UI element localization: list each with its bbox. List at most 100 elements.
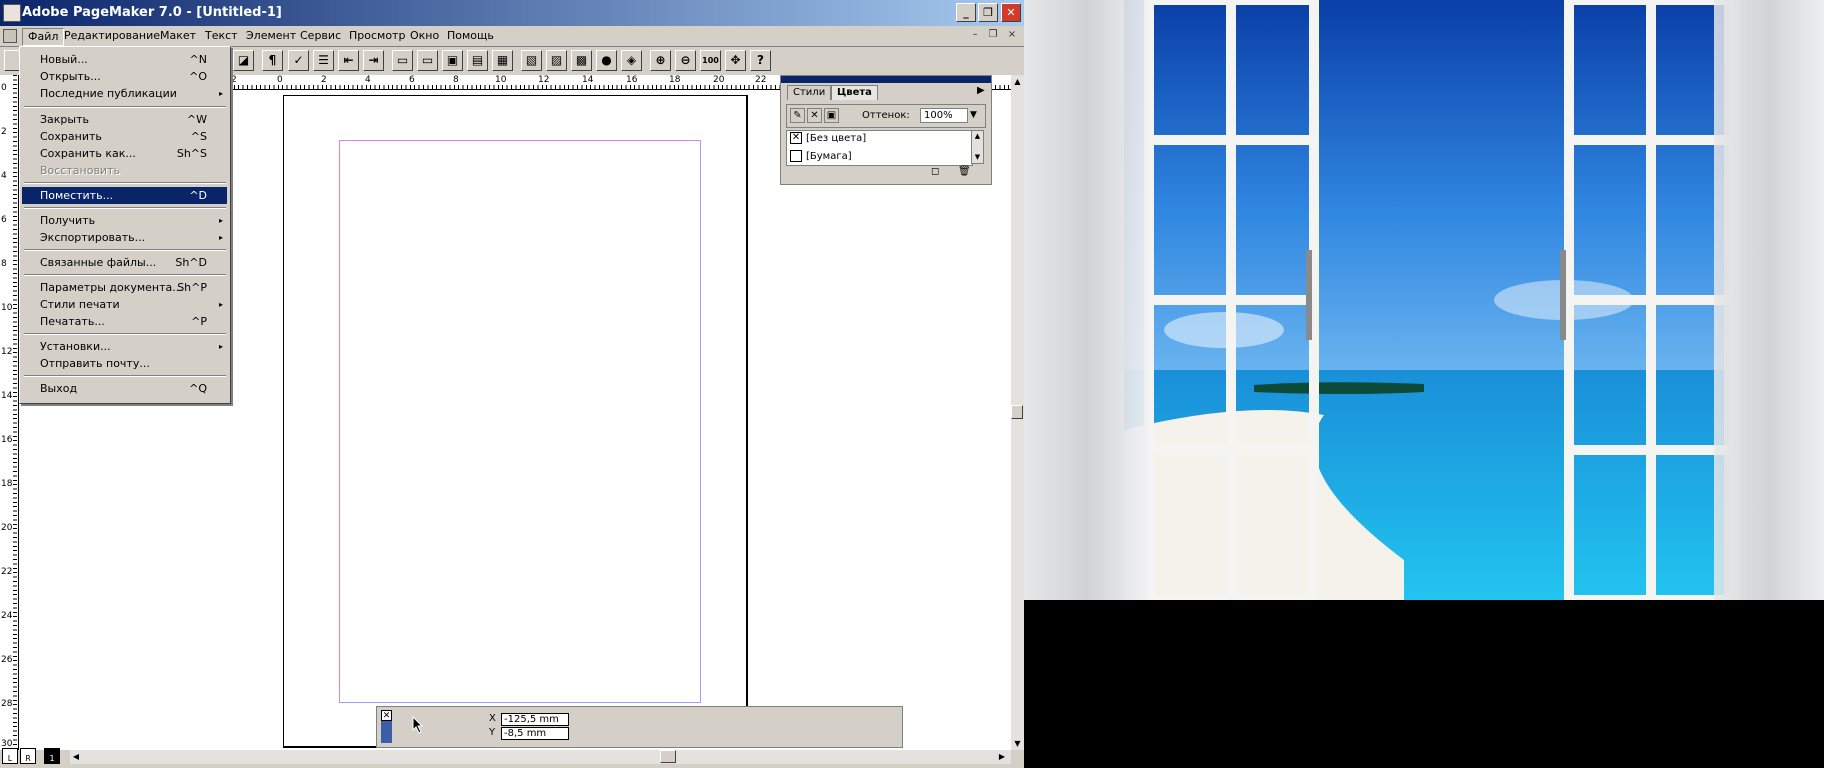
tab-colors[interactable]: Цвета	[831, 85, 878, 100]
palette-menu-icon[interactable]: ▶	[977, 85, 985, 96]
document-icon[interactable]	[3, 29, 17, 43]
menu-type[interactable]: Текст	[200, 28, 243, 44]
color-fill-icon[interactable]: ◪	[233, 50, 254, 71]
tint-label: Оттенок:	[862, 110, 910, 121]
none-swatch-icon: ✕	[790, 132, 802, 144]
menu-item-preferences[interactable]: Установки... ▸	[22, 338, 227, 355]
menu-item-save[interactable]: Сохранить ^S	[22, 128, 227, 145]
ruler-label: 8	[1, 259, 7, 269]
zoom-out-icon[interactable]: ⊖	[675, 50, 696, 71]
both-icon[interactable]: ▣	[824, 108, 839, 123]
indent-right-icon[interactable]: ⇥	[363, 50, 384, 71]
mdi-minimize-button[interactable]: –	[968, 28, 982, 42]
menu-item-new[interactable]: Новый... ^N	[22, 51, 227, 68]
fill-icon[interactable]: ✕	[807, 108, 822, 123]
maximize-button[interactable]: ❐	[978, 3, 998, 22]
copy-style-icon[interactable]: ▭	[392, 50, 413, 71]
fit-icon[interactable]: ✥	[725, 50, 746, 71]
insert-image-icon[interactable]: ▧	[521, 50, 542, 71]
paragraph-icon[interactable]: ¶	[262, 50, 283, 71]
right-master-page-icon[interactable]: R	[20, 748, 36, 764]
scroll-up-icon[interactable]: ▲	[1011, 75, 1024, 88]
app-icon[interactable]	[3, 4, 21, 22]
link-icon[interactable]: ▦	[492, 50, 513, 71]
export-image-icon[interactable]: ▨	[546, 50, 567, 71]
menu-separator	[24, 106, 226, 108]
scroll-down-icon[interactable]: ▼	[1011, 737, 1024, 750]
menu-item-recent[interactable]: Последние публикации ▸	[22, 85, 227, 102]
vertical-scroll-thumb[interactable]	[1011, 405, 1023, 419]
mdi-restore-button[interactable]: ❐	[986, 28, 1000, 42]
scroll-left-icon[interactable]: ◀	[70, 750, 82, 763]
menu-item-links[interactable]: Связанные файлы... Sh^D	[22, 254, 227, 271]
color-list-scrollbar[interactable]: ▲ ▼	[971, 130, 984, 164]
ruler-label: 18	[669, 75, 681, 85]
pdf-icon[interactable]: ◈	[621, 50, 642, 71]
vertical-ruler[interactable]: 0 2 4 6 8 10 12 14 16 18 20 22 24 26 28 …	[0, 75, 19, 750]
ruler-label: 20	[713, 75, 725, 85]
menu-view[interactable]: Просмотр	[344, 28, 410, 44]
menu-item-close[interactable]: Закрыть ^W	[22, 111, 227, 128]
tint-select[interactable]: 100%	[920, 108, 968, 123]
color-item-none[interactable]: ✕ [Без цвета]	[790, 131, 866, 147]
scroll-down-icon[interactable]: ▼	[972, 152, 983, 163]
desktop-wallpaper	[1024, 0, 1824, 600]
menu-bar: Файл Редактирование Макет Текст Элемент …	[0, 26, 1024, 47]
actual-size-icon[interactable]: 100	[700, 50, 721, 71]
y-label: Y	[489, 727, 496, 738]
menu-layout[interactable]: Макет	[155, 28, 201, 44]
bullets-icon[interactable]: ☰	[313, 50, 334, 71]
new-color-icon[interactable]: ◻	[931, 166, 939, 177]
trash-icon[interactable]: 🗑	[958, 166, 971, 177]
mdi-close-button[interactable]: ×	[1005, 28, 1019, 42]
menu-window[interactable]: Окно	[405, 28, 444, 44]
menu-item-document-setup[interactable]: Параметры документа... Sh^P	[22, 279, 227, 296]
ruler-label: 8	[453, 75, 459, 85]
scroll-up-icon[interactable]: ▲	[972, 131, 983, 142]
menu-utilities[interactable]: Сервис	[295, 28, 346, 44]
left-master-page-icon[interactable]: L	[2, 748, 18, 764]
frame-icon[interactable]: ▣	[442, 50, 463, 71]
menu-item-revert[interactable]: Восстановить	[22, 162, 227, 179]
y-coordinate-field[interactable]: -8,5 mm	[501, 727, 569, 740]
scroll-right-icon[interactable]: ▶	[996, 750, 1008, 763]
menu-item-acquire[interactable]: Получить ▸	[22, 212, 227, 229]
menu-item-exit[interactable]: Выход ^Q	[22, 380, 227, 397]
paste-style-icon[interactable]: ▭	[417, 50, 438, 71]
help-icon[interactable]: ?	[750, 50, 771, 71]
vertical-scrollbar[interactable]: ▲ ▼	[1011, 75, 1024, 750]
x-coordinate-field[interactable]: -125,5 mm	[501, 713, 569, 726]
ruler-label: 24	[1, 611, 13, 621]
stroke-icon[interactable]: ✎	[790, 108, 805, 123]
menu-item-open[interactable]: Открыть... ^O	[22, 68, 227, 85]
submenu-arrow-icon: ▸	[218, 300, 223, 309]
menu-item-export[interactable]: Экспортировать... ▸	[22, 229, 227, 246]
title-bar[interactable]: Adobe PageMaker 7.0 - [Untitled-1] _ ❐ ✕	[0, 0, 1024, 26]
menu-help[interactable]: Помощь	[442, 28, 499, 44]
menu-element[interactable]: Элемент	[241, 28, 301, 44]
ruler-label: 12	[1, 347, 13, 357]
color-list: ✕ [Без цвета] [Бумага]	[786, 130, 973, 166]
close-button[interactable]: ✕	[1001, 3, 1021, 22]
menu-item-save-as[interactable]: Сохранить как... Sh^S	[22, 145, 227, 162]
menu-item-print-styles[interactable]: Стили печати ▸	[22, 296, 227, 313]
color-item-paper[interactable]: [Бумага]	[790, 149, 852, 165]
image-frame-icon[interactable]: ▤	[467, 50, 488, 71]
menu-item-send-mail[interactable]: Отправить почту...	[22, 355, 227, 372]
tab-styles[interactable]: Стили	[787, 85, 832, 100]
horizontal-scrollbar[interactable]: ◀ ▶	[70, 750, 1011, 764]
zoom-in-icon[interactable]: ⊕	[650, 50, 671, 71]
minimize-button[interactable]: _	[956, 3, 976, 22]
chevron-down-icon[interactable]: ▼	[970, 110, 977, 120]
palette-caption[interactable]	[781, 76, 991, 83]
indent-left-icon[interactable]: ⇤	[338, 50, 359, 71]
horizontal-scroll-thumb[interactable]	[660, 750, 676, 763]
menu-item-place[interactable]: Поместить... ^D	[22, 187, 227, 204]
menu-edit[interactable]: Редактирование	[59, 28, 165, 44]
spell-icon[interactable]: ✓	[288, 50, 309, 71]
globe-icon[interactable]: ●	[596, 50, 617, 71]
close-icon[interactable]: ✕	[381, 710, 392, 721]
menu-item-print[interactable]: Печатать... ^P	[22, 313, 227, 330]
page-1-icon[interactable]: 1	[44, 748, 60, 764]
color-icon[interactable]: ▩	[571, 50, 592, 71]
